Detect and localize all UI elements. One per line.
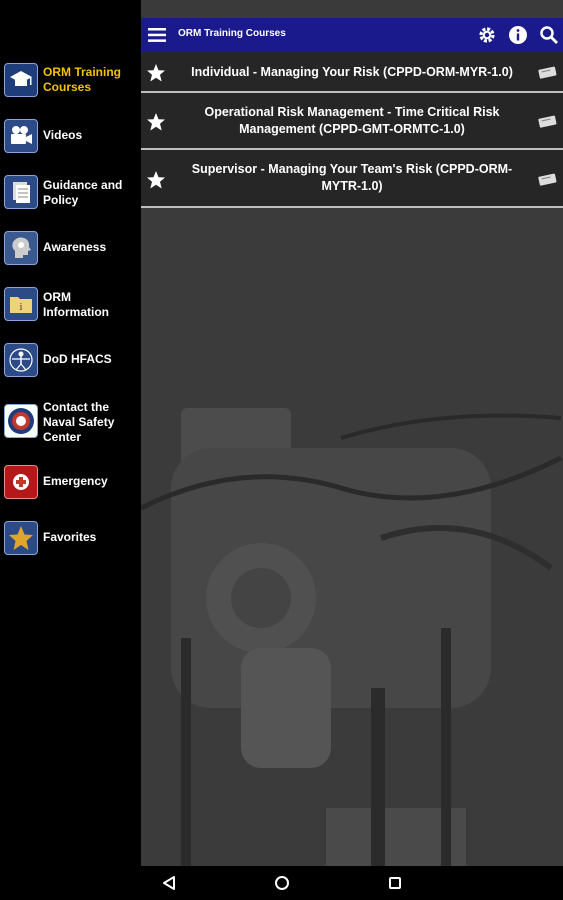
star-icon[interactable] bbox=[146, 170, 166, 190]
hfacs-figure-icon bbox=[4, 343, 38, 377]
course-row[interactable]: Operational Risk Management - Time Criti… bbox=[141, 93, 563, 150]
sidebar-item-label: Videos bbox=[43, 128, 83, 142]
course-row[interactable]: Individual - Managing Your Risk (CPPD-OR… bbox=[141, 52, 563, 93]
info-icon[interactable] bbox=[508, 25, 528, 45]
certificate-icon[interactable] bbox=[537, 115, 559, 129]
documents-icon bbox=[4, 175, 38, 209]
sidebar-item-label: Awareness bbox=[43, 240, 107, 254]
page-title: ORM Training Courses bbox=[178, 28, 286, 39]
search-icon[interactable] bbox=[539, 25, 559, 45]
course-title: Individual - Managing Your Risk (CPPD-OR… bbox=[191, 65, 513, 79]
head-lightbulb-icon bbox=[4, 231, 38, 265]
home-circle-icon[interactable] bbox=[273, 874, 291, 892]
course-title: Supervisor - Managing Your Team's Risk (… bbox=[191, 162, 513, 193]
emergency-plus-icon bbox=[4, 465, 38, 499]
gear-icon[interactable] bbox=[477, 25, 497, 45]
sidebar-item-label: DoD HFACS bbox=[43, 352, 112, 366]
sidebar-item-guidance-and-policy[interactable]: Guidance and Policy bbox=[0, 174, 141, 210]
sidebar-item-label: Contact the Naval Safety Center bbox=[43, 400, 115, 444]
sidebar-item-dod-hfacs[interactable]: DoD HFACS bbox=[0, 342, 141, 378]
helicopter-engine-background-image bbox=[141, 208, 563, 866]
sidebar-item-videos[interactable]: Videos bbox=[0, 118, 141, 154]
star-icon[interactable] bbox=[146, 112, 166, 132]
sidebar-item-label: ORM Information bbox=[43, 290, 109, 319]
sidebar-item-favorites[interactable]: Favorites bbox=[0, 520, 141, 556]
sidebar-item-emergency[interactable]: Emergency bbox=[0, 464, 141, 500]
certificate-icon[interactable] bbox=[537, 173, 559, 187]
sidebar: ORM Training Courses Videos Guidance and… bbox=[0, 0, 141, 866]
star-favorites-icon bbox=[4, 521, 38, 555]
sidebar-item-orm-information[interactable]: i ORM Information bbox=[0, 286, 141, 322]
graduation-cap-icon bbox=[4, 63, 38, 97]
certificate-icon[interactable] bbox=[537, 66, 559, 80]
sidebar-item-label: Favorites bbox=[43, 530, 97, 544]
sidebar-item-label: ORM Training Courses bbox=[43, 65, 121, 94]
svg-text:i: i bbox=[20, 302, 23, 313]
sidebar-item-awareness[interactable]: Awareness bbox=[0, 230, 141, 266]
sidebar-item-label: Guidance and Policy bbox=[43, 178, 123, 207]
folder-info-icon: i bbox=[4, 287, 38, 321]
back-triangle-icon[interactable] bbox=[160, 874, 178, 892]
course-row[interactable]: Supervisor - Managing Your Team's Risk (… bbox=[141, 150, 563, 208]
sidebar-item-orm-training-courses[interactable]: ORM Training Courses bbox=[0, 62, 141, 98]
main-panel: ORM Training Courses Individual - Managi… bbox=[141, 0, 563, 866]
sidebar-item-label: Emergency bbox=[43, 474, 108, 488]
system-navigation-bar bbox=[0, 866, 563, 900]
recents-square-icon[interactable] bbox=[386, 874, 404, 892]
app-toolbar: ORM Training Courses bbox=[141, 18, 563, 52]
course-title: Operational Risk Management - Time Criti… bbox=[204, 105, 500, 136]
naval-safety-seal-icon bbox=[4, 404, 38, 438]
star-icon[interactable] bbox=[146, 63, 166, 83]
sidebar-item-contact-naval-safety-center[interactable]: Contact the Naval Safety Center bbox=[0, 400, 141, 444]
video-camera-icon bbox=[4, 119, 38, 153]
hamburger-menu-icon[interactable] bbox=[147, 25, 167, 45]
